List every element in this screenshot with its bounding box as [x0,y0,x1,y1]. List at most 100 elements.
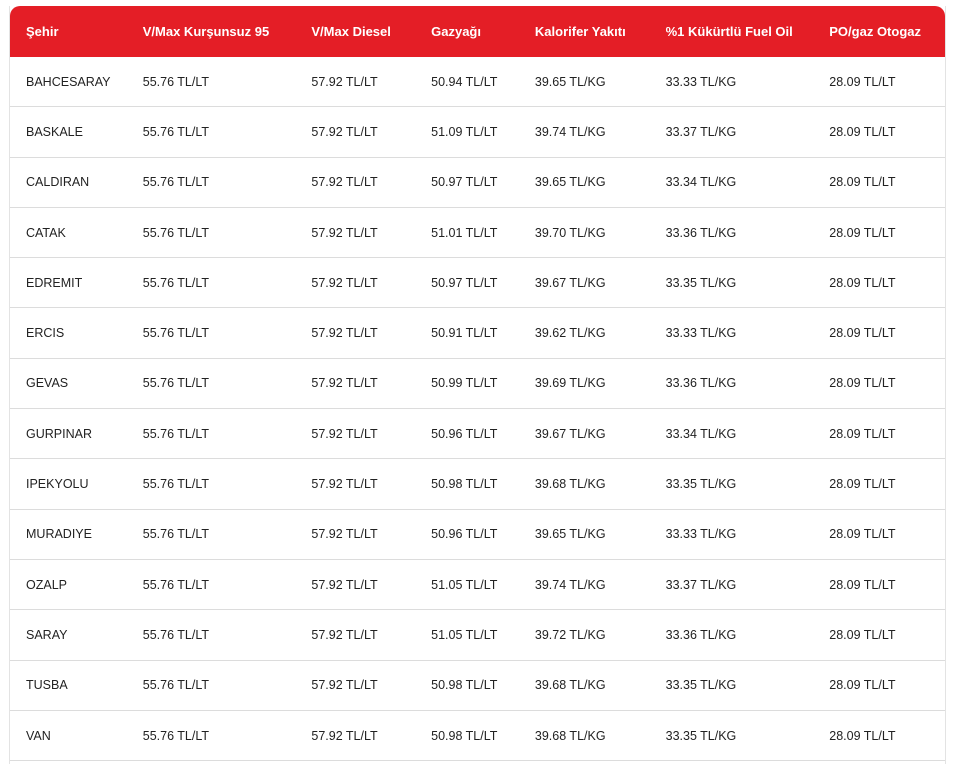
fuel-oil-cell: 33.37 TL/KG [665,124,737,139]
fuel-oil-cell: 33.35 TL/KG [665,275,737,290]
fuel-oil-cell: 33.33 TL/KG [665,74,737,89]
otogaz-cell: 28.09 TL/LT [829,175,896,190]
otogaz-cell: 28.09 TL/LT [829,728,896,743]
kursunsuz-95-cell: 55.76 TL/LT [142,175,209,190]
kalorifer-cell: 39.65 TL/KG [534,175,606,190]
diesel-cell: 57.92 TL/LT [311,527,378,542]
header-gazyagi: Gazyağı [431,24,481,39]
diesel-cell: 57.92 TL/LT [311,376,378,391]
gazyagi-cell: 50.98 TL/LT [431,728,498,743]
gazyagi-cell: 51.05 TL/LT [431,627,498,642]
table-row: MURADIYE 55.76 TL/LT 57.92 TL/LT 50.96 TL/L… [10,510,945,560]
fuel-oil-cell: 33.34 TL/KG [665,175,737,190]
fuel-oil-cell: 33.35 TL/KG [665,477,737,492]
fuel-oil-cell: 33.35 TL/KG [665,678,737,693]
kursunsuz-95-cell: 55.76 TL/LT [142,577,209,592]
city-cell: EDREMIT [26,275,83,290]
kalorifer-cell: 39.62 TL/KG [534,326,606,341]
otogaz-cell: 28.09 TL/LT [829,376,896,391]
city-cell: CATAK [26,225,66,240]
otogaz-cell: 28.09 TL/LT [829,275,896,290]
gazyagi-cell: 50.99 TL/LT [431,376,498,391]
table-row: SARAY 55.76 TL/LT 57.92 TL/LT 51.05 TL/LT 39… [10,610,945,661]
gazyagi-cell: 51.01 TL/LT [431,225,498,240]
city-cell: IPEKYOLU [26,477,89,492]
city-cell: MURADIYE [26,527,92,542]
kalorifer-cell: 39.65 TL/KG [534,74,606,89]
city-cell: SARAY [26,627,68,642]
gazyagi-cell: 50.94 TL/LT [431,74,498,89]
diesel-cell: 57.92 TL/LT [311,225,378,240]
diesel-cell: 57.92 TL/LT [311,678,378,693]
otogaz-cell: 28.09 TL/LT [829,477,896,492]
city-cell: VAN [26,728,51,743]
diesel-cell: 57.92 TL/LT [311,175,378,190]
gazyagi-cell: 51.05 TL/LT [431,577,498,592]
gazyagi-cell: 50.97 TL/LT [431,175,498,190]
kursunsuz-95-cell: 55.76 TL/LT [142,124,209,139]
kursunsuz-95-cell: 55.76 TL/LT [142,627,209,642]
kursunsuz-95-cell: 55.76 TL/LT [142,678,209,693]
gazyagi-cell: 50.98 TL/LT [431,678,498,693]
table-row: VAN 55.76 TL/LT 57.92 TL/LT 50.98 TL/LT 39.6… [10,711,945,762]
table-row: ERCIS 55.76 TL/LT 57.92 TL/LT 50.91 TL/LT 39… [10,308,945,359]
table-header: Şehir V/Max Kurşunsuz 95 V/Max Diesel Ga… [10,6,945,57]
otogaz-cell: 28.09 TL/LT [829,225,896,240]
city-cell: BAHCESARAY [26,74,111,89]
diesel-cell: 57.92 TL/LT [311,577,378,592]
diesel-cell: 57.92 TL/LT [311,124,378,139]
table-row: TUSBA 55.76 TL/LT 57.92 TL/LT 50.98 TL/LT 39… [10,661,945,711]
kalorifer-cell: 39.72 TL/KG [534,627,606,642]
header-vmax-diesel: V/Max Diesel [311,24,391,39]
kursunsuz-95-cell: 55.76 TL/LT [142,426,209,441]
kursunsuz-95-cell: 55.76 TL/LT [142,376,209,391]
fuel-oil-cell: 33.35 TL/KG [665,728,737,743]
gazyagi-cell: 50.97 TL/LT [431,275,498,290]
fuel-oil-cell: 33.36 TL/KG [665,627,737,642]
header-otogaz: PO/gaz Otogaz [829,24,921,39]
kursunsuz-95-cell: 55.76 TL/LT [142,225,209,240]
kalorifer-cell: 39.69 TL/KG [534,376,606,391]
table-row: CALDIRAN 55.76 TL/LT 57.92 TL/LT 50.97 TL/L… [10,158,945,208]
otogaz-cell: 28.09 TL/LT [829,426,896,441]
kalorifer-cell: 39.68 TL/KG [534,728,606,743]
kalorifer-cell: 39.74 TL/KG [534,124,606,139]
city-cell: GEVAS [26,376,69,391]
header-vmax-kursunsuz-95: V/Max Kurşunsuz 95 [142,24,270,39]
table-row: EDREMIT 55.76 TL/LT 57.92 TL/LT 50.97 TL/LT… [10,258,945,309]
otogaz-cell: 28.09 TL/LT [829,124,896,139]
header-kalorifer-yakiti: Kalorifer Yakıtı [534,24,626,39]
gazyagi-cell: 51.09 TL/LT [431,124,498,139]
table-row: IPEKYOLU 55.76 TL/LT 57.92 TL/LT 50.98 TL/L… [10,459,945,510]
kursunsuz-95-cell: 55.76 TL/LT [142,728,209,743]
diesel-cell: 57.92 TL/LT [311,426,378,441]
kalorifer-cell: 39.67 TL/KG [534,275,606,290]
city-cell: ERCIS [26,326,65,341]
fuel-oil-cell: 33.33 TL/KG [665,527,737,542]
diesel-cell: 57.92 TL/LT [311,477,378,492]
kursunsuz-95-cell: 55.76 TL/LT [142,74,209,89]
diesel-cell: 57.92 TL/LT [311,275,378,290]
otogaz-cell: 28.09 TL/LT [829,326,896,341]
header-fuel-oil: %1 Kükürtlü Fuel Oil [665,24,793,39]
otogaz-cell: 28.09 TL/LT [829,577,896,592]
otogaz-cell: 28.09 TL/LT [829,74,896,89]
table-row: BASKALE 55.76 TL/LT 57.92 TL/LT 51.09 TL/LT… [10,107,945,158]
gazyagi-cell: 50.96 TL/LT [431,426,498,441]
kalorifer-cell: 39.68 TL/KG [534,678,606,693]
city-cell: BASKALE [26,124,83,139]
kursunsuz-95-cell: 55.76 TL/LT [142,527,209,542]
kursunsuz-95-cell: 55.76 TL/LT [142,275,209,290]
diesel-cell: 57.92 TL/LT [311,326,378,341]
otogaz-cell: 28.09 TL/LT [829,527,896,542]
kursunsuz-95-cell: 55.76 TL/LT [142,326,209,341]
otogaz-cell: 28.09 TL/LT [829,627,896,642]
city-cell: GURPINAR [26,426,92,441]
otogaz-cell: 28.09 TL/LT [829,678,896,693]
kalorifer-cell: 39.70 TL/KG [534,225,606,240]
kalorifer-cell: 39.65 TL/KG [534,527,606,542]
city-cell: TUSBA [26,678,68,693]
table-row: GEVAS 55.76 TL/LT 57.92 TL/LT 50.99 TL/LT 39… [10,359,945,410]
city-cell: CALDIRAN [26,175,90,190]
header-city: Şehir [26,24,59,39]
